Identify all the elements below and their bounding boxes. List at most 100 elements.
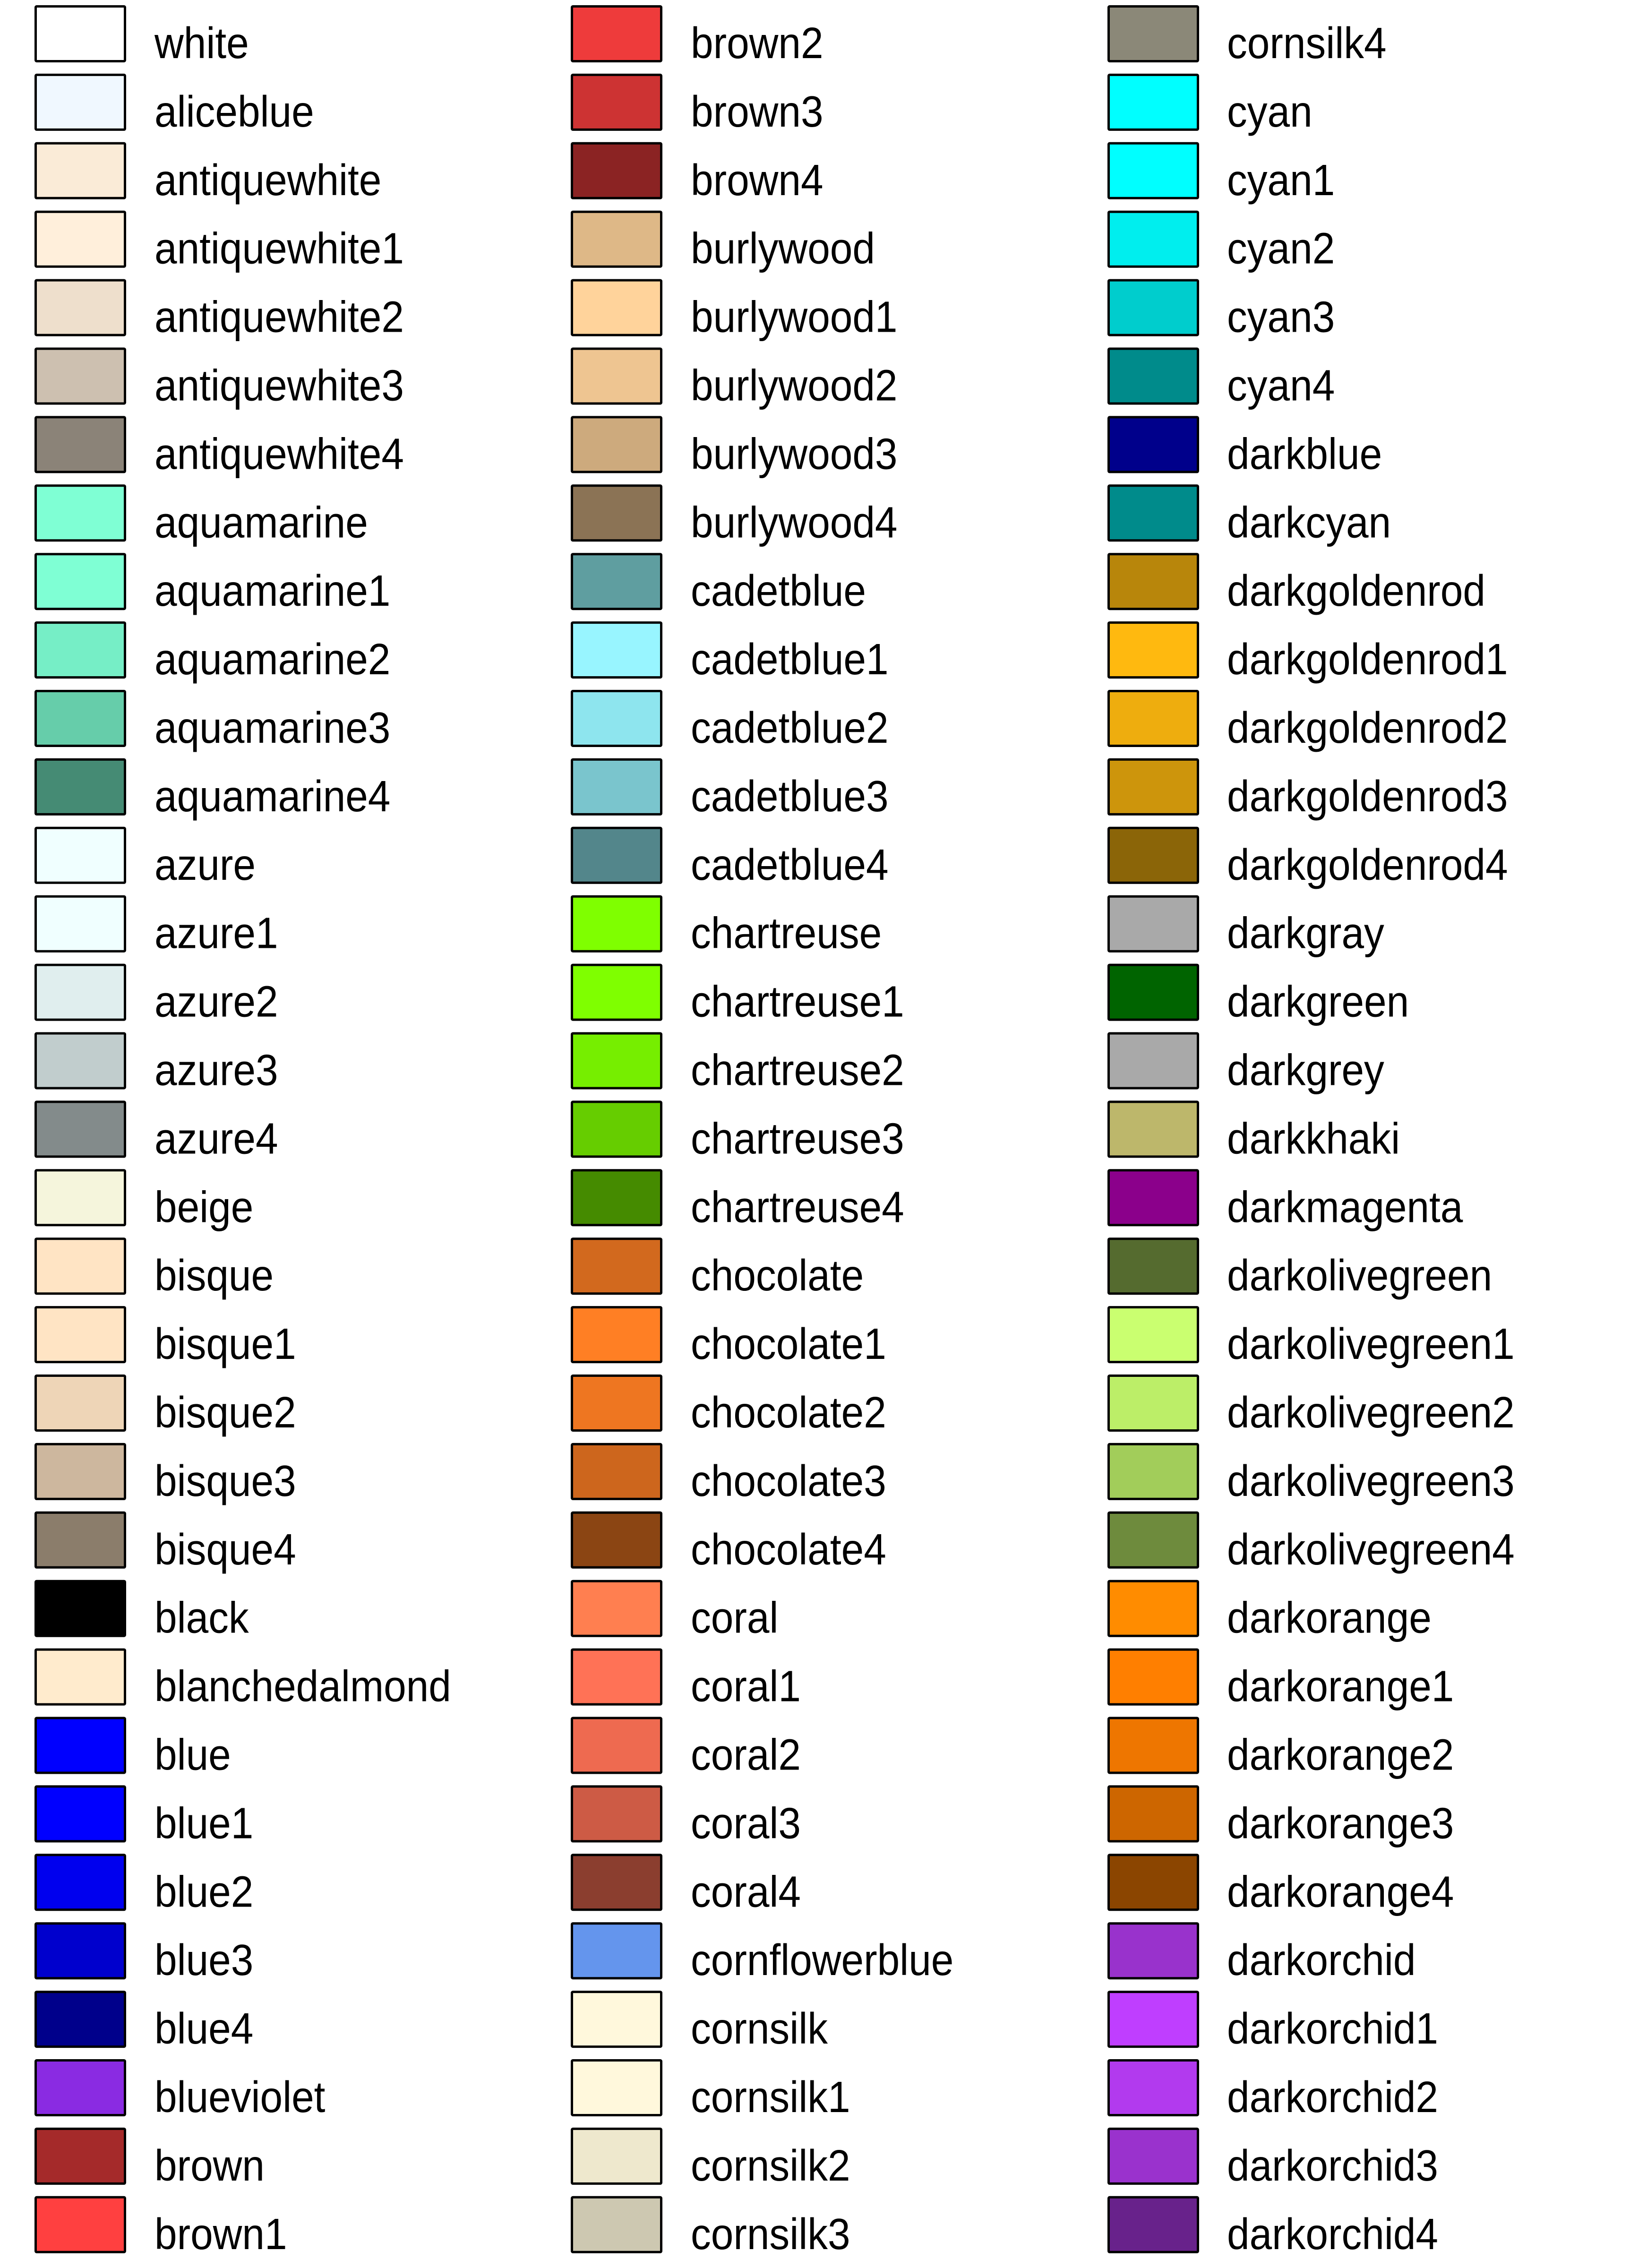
color-name-label: aquamarine4 — [154, 772, 390, 821]
color-swatch — [34, 1169, 126, 1227]
color-name-label: cadetblue2 — [691, 703, 889, 752]
color-swatch — [1107, 2059, 1199, 2116]
swatch-entry-darkorange2: darkorange2 — [1107, 1717, 1454, 1779]
color-swatch — [571, 1375, 662, 1432]
swatch-entry-chartreuse2: chartreuse2 — [571, 1032, 904, 1094]
swatch-entry-bisque3: bisque3 — [34, 1443, 296, 1505]
swatch-entry-brown4: brown4 — [571, 142, 824, 205]
swatch-entry-chartreuse1: chartreuse1 — [571, 963, 904, 1026]
color-swatch — [1107, 1375, 1199, 1432]
color-swatch — [1107, 553, 1199, 610]
color-name-label: antiquewhite3 — [154, 361, 404, 410]
color-name-label: darkorange2 — [1227, 1730, 1454, 1779]
color-swatch — [1107, 963, 1199, 1021]
swatch-entry-bisque: bisque — [34, 1237, 274, 1300]
color-name-label: darkgreen — [1227, 977, 1409, 1026]
color-name-label: darkgoldenrod3 — [1227, 772, 1508, 821]
swatch-entry-cornsilk3: cornsilk3 — [571, 2196, 850, 2259]
color-swatch — [34, 1100, 126, 1158]
swatch-entry-darkorange3: darkorange3 — [1107, 1785, 1454, 1847]
color-swatch — [34, 2196, 126, 2253]
color-swatch — [571, 826, 662, 884]
swatch-entry-bisque4: bisque4 — [34, 1511, 296, 1574]
color-name-label: blue1 — [154, 1798, 253, 1847]
swatch-entry-antiquewhite3: antiquewhite3 — [34, 347, 404, 410]
swatch-entry-darkolivegreen2: darkolivegreen2 — [1107, 1375, 1515, 1437]
color-name-label: darkorchid4 — [1227, 2209, 1438, 2258]
color-swatch — [571, 2196, 662, 2253]
swatch-entry-aquamarine2: aquamarine2 — [34, 621, 390, 684]
color-swatch — [571, 1237, 662, 1295]
swatch-entry-burlywood4: burlywood4 — [571, 484, 898, 547]
swatch-entry-chocolate: chocolate — [571, 1237, 864, 1300]
color-swatch — [571, 621, 662, 679]
swatch-entry-burlywood2: burlywood2 — [571, 347, 898, 410]
color-swatch — [34, 1511, 126, 1569]
swatch-entry-antiquewhite4: antiquewhite4 — [34, 416, 404, 478]
color-swatch — [571, 1100, 662, 1158]
color-swatch — [571, 279, 662, 336]
color-name-label: blue2 — [154, 1867, 253, 1916]
color-name-label: antiquewhite4 — [154, 429, 404, 478]
color-swatch — [34, 142, 126, 199]
color-swatch — [571, 73, 662, 131]
swatch-entry-bisque1: bisque1 — [34, 1306, 296, 1368]
color-swatch — [571, 1922, 662, 1980]
color-swatch — [1107, 2196, 1199, 2253]
color-swatch — [34, 210, 126, 268]
color-swatch — [571, 484, 662, 542]
color-swatch — [34, 416, 126, 473]
swatch-entry-burlywood1: burlywood1 — [571, 279, 898, 341]
color-name-label: cyan — [1227, 87, 1313, 136]
color-name-label: chocolate4 — [691, 1524, 886, 1573]
color-name-label: burlywood4 — [691, 498, 898, 547]
swatch-entry-azure3: azure3 — [34, 1032, 278, 1094]
color-name-label: darkgray — [1227, 908, 1384, 957]
color-name-label: azure1 — [154, 908, 278, 957]
swatch-entry-darkorchid1: darkorchid1 — [1107, 1991, 1438, 2053]
color-name-label: bisque1 — [154, 1319, 296, 1368]
color-swatch — [571, 347, 662, 405]
color-name-label: cyan4 — [1227, 361, 1335, 410]
swatch-entry-darkkhaki: darkkhaki — [1107, 1100, 1400, 1163]
color-swatch — [1107, 347, 1199, 405]
color-swatch — [34, 621, 126, 679]
color-swatch — [34, 963, 126, 1021]
color-name-label: azure — [154, 840, 256, 889]
color-name-label: darkolivegreen2 — [1227, 1388, 1515, 1437]
swatch-entry-azure4: azure4 — [34, 1100, 278, 1163]
swatch-entry-cyan2: cyan2 — [1107, 210, 1335, 273]
swatch-entry-blue: blue — [34, 1717, 231, 1779]
swatch-entry-darkcyan: darkcyan — [1107, 484, 1391, 547]
color-name-label: chartreuse — [691, 908, 882, 957]
swatch-entry-darkorange1: darkorange1 — [1107, 1648, 1454, 1710]
color-swatch — [1107, 1237, 1199, 1295]
swatch-entry-darkolivegreen3: darkolivegreen3 — [1107, 1443, 1515, 1505]
swatch-entry-black: black — [34, 1580, 249, 1642]
color-name-label: darkgoldenrod1 — [1227, 635, 1508, 684]
swatch-entry-chartreuse: chartreuse — [571, 895, 882, 957]
color-swatch — [34, 1443, 126, 1500]
color-name-label: cadetblue4 — [691, 840, 889, 889]
swatch-entry-azure2: azure2 — [34, 963, 278, 1026]
swatch-entry-brown: brown — [34, 2127, 265, 2190]
swatch-entry-cadetblue3: cadetblue3 — [571, 758, 889, 821]
color-swatch — [1107, 142, 1199, 199]
swatch-entry-darkmagenta: darkmagenta — [1107, 1169, 1463, 1231]
swatch-entry-chocolate1: chocolate1 — [571, 1306, 886, 1368]
swatch-entry-cornsilk: cornsilk — [571, 1991, 828, 2053]
color-swatch — [571, 142, 662, 199]
swatch-entry-cadetblue2: cadetblue2 — [571, 690, 889, 752]
color-swatch — [571, 553, 662, 610]
swatch-entry-darkorange4: darkorange4 — [1107, 1854, 1454, 1916]
color-name-label: azure3 — [154, 1045, 278, 1094]
color-swatch — [1107, 1169, 1199, 1227]
swatch-entry-cadetblue: cadetblue — [571, 553, 866, 615]
color-name-label: blueviolet — [154, 2072, 326, 2122]
color-swatch — [1107, 1922, 1199, 1980]
color-name-label: chartreuse4 — [691, 1182, 904, 1231]
color-name-label: chocolate2 — [691, 1388, 886, 1437]
swatch-entry-darkgoldenrod: darkgoldenrod — [1107, 553, 1485, 615]
color-name-label: blue4 — [154, 2004, 253, 2053]
color-name-label: coral4 — [691, 1867, 801, 1916]
